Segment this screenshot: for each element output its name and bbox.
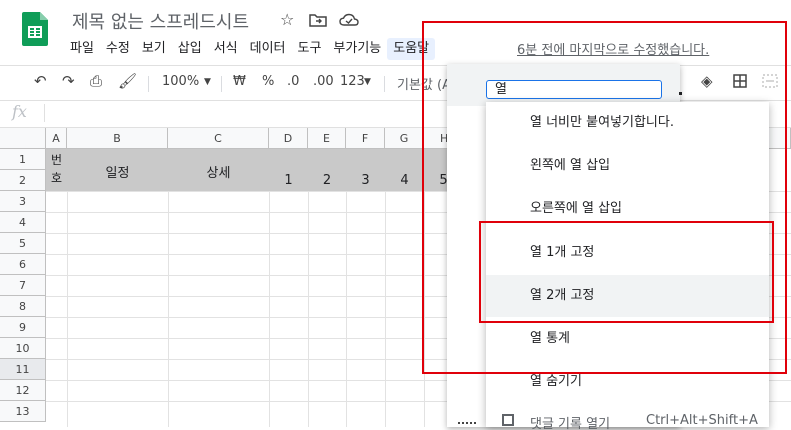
column-header-g[interactable]: G	[385, 128, 424, 149]
menu-bar: 파일 수정 보기 삽입 서식 데이터 도구 부가기능 도움말	[64, 38, 436, 60]
decrease-decimal-button[interactable]: .0	[287, 74, 299, 89]
menu-format[interactable]: 서식	[208, 38, 244, 60]
result-comment-history-label: 댓글 기록 열기	[530, 417, 611, 430]
more-formats-button[interactable]: 123	[340, 74, 365, 89]
menu-edit[interactable]: 수정	[100, 38, 136, 60]
column-header-a[interactable]: A	[46, 128, 67, 149]
result-shortcut-label: Ctrl+Alt+Shift+A	[646, 413, 758, 428]
comment-icon	[502, 414, 514, 426]
paint-format-icon[interactable]: 🖌	[118, 72, 137, 90]
column-header-d[interactable]: D	[269, 128, 308, 149]
row-header[interactable]: 8	[0, 296, 46, 317]
row-header[interactable]: 13	[0, 401, 46, 422]
day-number: 3	[361, 173, 370, 188]
toolbar-separator	[148, 76, 149, 92]
star-icon[interactable]: ☆	[280, 10, 294, 29]
menu-file[interactable]: 파일	[64, 38, 100, 60]
menu-insert[interactable]: 삽입	[172, 38, 208, 60]
zoom-dropdown-icon[interactable]: ▼	[204, 77, 211, 87]
document-title[interactable]: 제목 없는 스프레드시트	[72, 8, 249, 34]
cell-d1-merged[interactable]	[269, 149, 447, 171]
row-header[interactable]: 3	[0, 191, 46, 212]
row-header[interactable]: 10	[0, 338, 46, 359]
column-header-b[interactable]: B	[67, 128, 168, 149]
menu-view[interactable]: 보기	[136, 38, 172, 60]
row-header[interactable]: 9	[0, 317, 46, 338]
column-header-c[interactable]: C	[168, 128, 269, 149]
print-icon[interactable]: ⎙	[90, 72, 102, 90]
fx-icon: fx	[12, 102, 27, 121]
menu-data[interactable]: 데이터	[244, 38, 292, 60]
formula-separator	[44, 104, 45, 122]
keyboard-icon	[458, 422, 476, 429]
header-number-label: 번호	[50, 153, 63, 185]
header-detail-label: 상세	[206, 166, 231, 181]
sheets-logo-icon[interactable]	[22, 12, 48, 46]
row-header[interactable]: 4	[0, 212, 46, 233]
percent-format-button[interactable]: %	[262, 74, 274, 89]
annotation-highlight-box-inner	[479, 221, 774, 323]
zoom-select[interactable]: 100%	[162, 74, 199, 89]
row-header[interactable]: 7	[0, 275, 46, 296]
row-header[interactable]: 11	[0, 359, 46, 380]
undo-icon[interactable]: ↶	[34, 72, 47, 90]
move-folder-icon[interactable]	[309, 13, 327, 27]
toolbar-separator	[221, 76, 222, 92]
row-header[interactable]: 6	[0, 254, 46, 275]
header-schedule-label: 일정	[105, 166, 130, 181]
select-all-corner[interactable]	[0, 128, 46, 149]
increase-decimal-button[interactable]: .00	[313, 74, 334, 89]
currency-format-button[interactable]: ₩	[233, 74, 246, 89]
result-open-comment-history[interactable]: 댓글 기록 열기 Ctrl+Alt+Shift+A	[486, 410, 769, 430]
menu-addons[interactable]: 부가기능	[327, 38, 387, 60]
row-header[interactable]: 12	[0, 380, 46, 401]
row-header[interactable]: 1	[0, 149, 46, 170]
day-number: 4	[400, 173, 409, 188]
cloud-status-icon[interactable]	[339, 13, 359, 27]
redo-icon[interactable]: ↷	[62, 72, 75, 90]
day-number: 1	[284, 173, 293, 188]
toolbar-separator	[384, 76, 385, 92]
more-formats-dropdown-icon[interactable]: ▼	[364, 77, 371, 87]
row-header[interactable]: 5	[0, 233, 46, 254]
column-header-e[interactable]: E	[308, 128, 346, 149]
column-header-f[interactable]: F	[346, 128, 385, 149]
row-header[interactable]: 2	[0, 170, 46, 191]
menu-tools[interactable]: 도구	[292, 38, 328, 60]
day-number: 2	[322, 173, 332, 188]
